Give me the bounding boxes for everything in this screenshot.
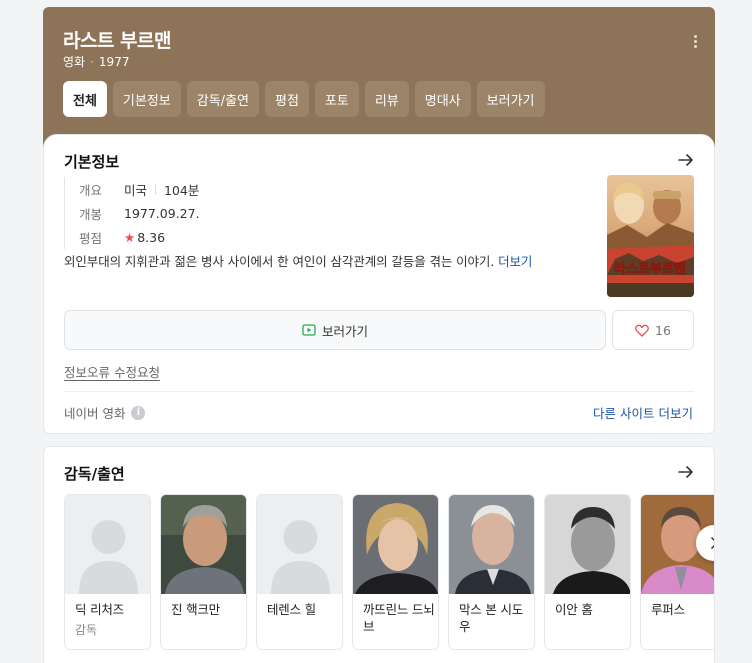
cast-card: 감독/출연 딕 리처즈 감독 진 핵크만 테렌스 힐 까뜨린느 드뇌브 막스 본… (43, 446, 715, 663)
person-placeholder-icon (257, 495, 342, 594)
cast-list: 딕 리처즈 감독 진 핵크만 테렌스 힐 까뜨린느 드뇌브 막스 본 시도우 이… (64, 494, 714, 650)
cast-item[interactable]: 테렌스 힐 (256, 494, 343, 650)
arrow-right-icon[interactable] (676, 462, 696, 482)
source-text: 네이버 영화 (64, 406, 126, 421)
play-screen-icon (302, 324, 316, 336)
cast-item[interactable]: 딕 리처즈 감독 (64, 494, 151, 650)
error-report-link[interactable]: 정보오류 수정요청 (64, 362, 160, 381)
tab-all[interactable]: 전체 (63, 81, 107, 117)
watch-button-label: 보러가기 (321, 323, 368, 339)
release-row: 개봉 1977.09.27. (79, 201, 200, 225)
divider (64, 391, 694, 392)
synopsis: 외인부대의 지휘관과 젊은 병사 사이에서 한 여인이 삼각관계의 갈등을 겪는… (64, 251, 532, 270)
cast-title: 감독/출연 (64, 465, 125, 483)
movie-year: 1977 (98, 55, 130, 69)
cast-role (353, 635, 438, 638)
tab-quotes[interactable]: 명대사 (414, 81, 471, 117)
other-sites-link[interactable]: 다른 사이트 더보기 (593, 403, 693, 422)
cast-name: 딕 리처즈 (75, 602, 124, 617)
release-label: 개봉 (79, 206, 103, 222)
cast-item[interactable]: 막스 본 시도우 (448, 494, 535, 650)
cast-name: 진 핵크만 (171, 602, 220, 617)
synopsis-text: 외인부대의 지휘관과 젊은 병사 사이에서 한 여인이 삼각관계의 갈등을 겪는… (64, 254, 495, 269)
watch-button[interactable]: 보러가기 (64, 310, 606, 350)
rating-row: 평점 ★ 8.36 (79, 225, 200, 249)
cast-name: 막스 본 시도우 (459, 602, 524, 634)
cast-name: 테렌스 힐 (267, 602, 316, 617)
country-value: 미국 (124, 182, 148, 198)
chevron-right-icon (711, 537, 714, 549)
cast-name: 루퍼스 (651, 602, 685, 617)
heart-icon (635, 324, 649, 337)
movie-title: 라스트 부르맨 (63, 30, 172, 52)
basic-info-title: 기본정보 (64, 153, 120, 171)
cast-role (545, 618, 630, 621)
more-options-icon[interactable] (687, 31, 703, 51)
movie-meta: 영화 · 1977 (63, 53, 129, 70)
like-button[interactable]: 16 (612, 310, 694, 350)
movie-type: 영화 (63, 55, 86, 69)
avatar (545, 495, 630, 594)
overview-label: 개요 (79, 182, 103, 198)
tab-photo[interactable]: 포토 (314, 81, 359, 117)
runtime-value: 104분 (164, 182, 200, 198)
like-count: 16 (655, 322, 671, 338)
person-placeholder-icon (65, 495, 150, 594)
cast-role (449, 635, 534, 638)
cast-item[interactable]: 루퍼스 (640, 494, 714, 650)
tab-basic-info[interactable]: 기본정보 (112, 81, 181, 117)
cast-name: 이안 홈 (555, 602, 593, 617)
avatar (353, 495, 438, 594)
rating-label: 평점 (79, 230, 103, 246)
info-icon[interactable]: i (131, 405, 146, 420)
cast-role: 감독 (75, 623, 98, 637)
star-icon: ★ (124, 229, 136, 245)
meta-separator: · (90, 55, 94, 69)
tab-bar: 전체 기본정보 감독/출연 평점 포토 리뷰 명대사 보러가기 (63, 81, 545, 117)
cast-role (641, 618, 714, 621)
arrow-right-icon[interactable] (676, 150, 696, 170)
info-list: 개요 미국 104분 개봉 1977.09.27. 평점 ★ 8.36 (64, 177, 200, 249)
cast-item[interactable]: 까뜨린느 드뇌브 (352, 494, 439, 650)
release-value: 1977.09.27. (124, 205, 200, 221)
cast-role (257, 618, 342, 621)
tab-cast[interactable]: 감독/출연 (186, 81, 259, 117)
overview-row: 개요 미국 104분 (79, 177, 200, 201)
tab-rating[interactable]: 평점 (265, 81, 309, 117)
poster-title-text: 라스트부르맨 (614, 261, 686, 277)
rating-value: 8.36 (137, 229, 166, 245)
avatar (449, 495, 534, 594)
tab-review[interactable]: 리뷰 (364, 81, 409, 117)
source-label: 네이버 영화 i (64, 403, 146, 422)
synopsis-more-link[interactable]: 더보기 (498, 254, 532, 269)
avatar (161, 495, 246, 594)
tab-watch[interactable]: 보러가기 (476, 81, 545, 117)
cast-item[interactable]: 진 핵크만 (160, 494, 247, 650)
basic-info-card: 기본정보 개요 미국 104분 개봉 1977.09.27. 평점 ★ 8.36… (43, 134, 715, 434)
cast-role (161, 618, 246, 621)
movie-poster[interactable]: 라스트부르맨 (607, 175, 694, 297)
cast-item[interactable]: 이안 홈 (544, 494, 631, 650)
cast-name: 까뜨린느 드뇌브 (363, 602, 435, 634)
separator (155, 183, 157, 195)
